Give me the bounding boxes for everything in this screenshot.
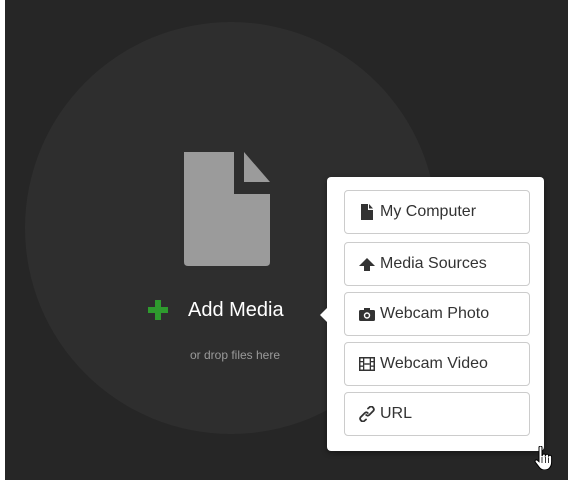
file-icon: [361, 204, 373, 220]
hand-cursor-icon: [534, 446, 553, 470]
add-media-label: Add Media: [188, 298, 284, 321]
file-icon: [184, 152, 270, 266]
url-button[interactable]: URL: [344, 392, 530, 436]
plus-icon: [148, 300, 168, 320]
popover-arrow: [320, 308, 327, 322]
film-icon: [359, 357, 375, 371]
cloud-upload-icon: [359, 258, 375, 271]
drop-hint: or drop files here: [189, 348, 281, 362]
menu-item-label: Webcam Photo: [380, 305, 490, 322]
media-sources-button[interactable]: Media Sources: [344, 242, 530, 286]
camera-icon: [359, 308, 375, 321]
menu-item-label: Webcam Video: [380, 355, 488, 372]
menu-item-label: My Computer: [380, 203, 477, 220]
menu-item-label: Media Sources: [380, 255, 487, 272]
add-media-button[interactable]: Add Media: [148, 296, 284, 324]
my-computer-button[interactable]: My Computer: [344, 190, 530, 234]
link-icon: [359, 406, 375, 422]
menu-item-label: URL: [380, 405, 413, 422]
media-uploader: Add Media or drop files here My Computer…: [5, 0, 568, 480]
webcam-photo-button[interactable]: Webcam Photo: [344, 292, 530, 336]
webcam-video-button[interactable]: Webcam Video: [344, 342, 530, 386]
media-source-menu: My Computer Media Sources Webcam Photo W…: [320, 177, 544, 451]
